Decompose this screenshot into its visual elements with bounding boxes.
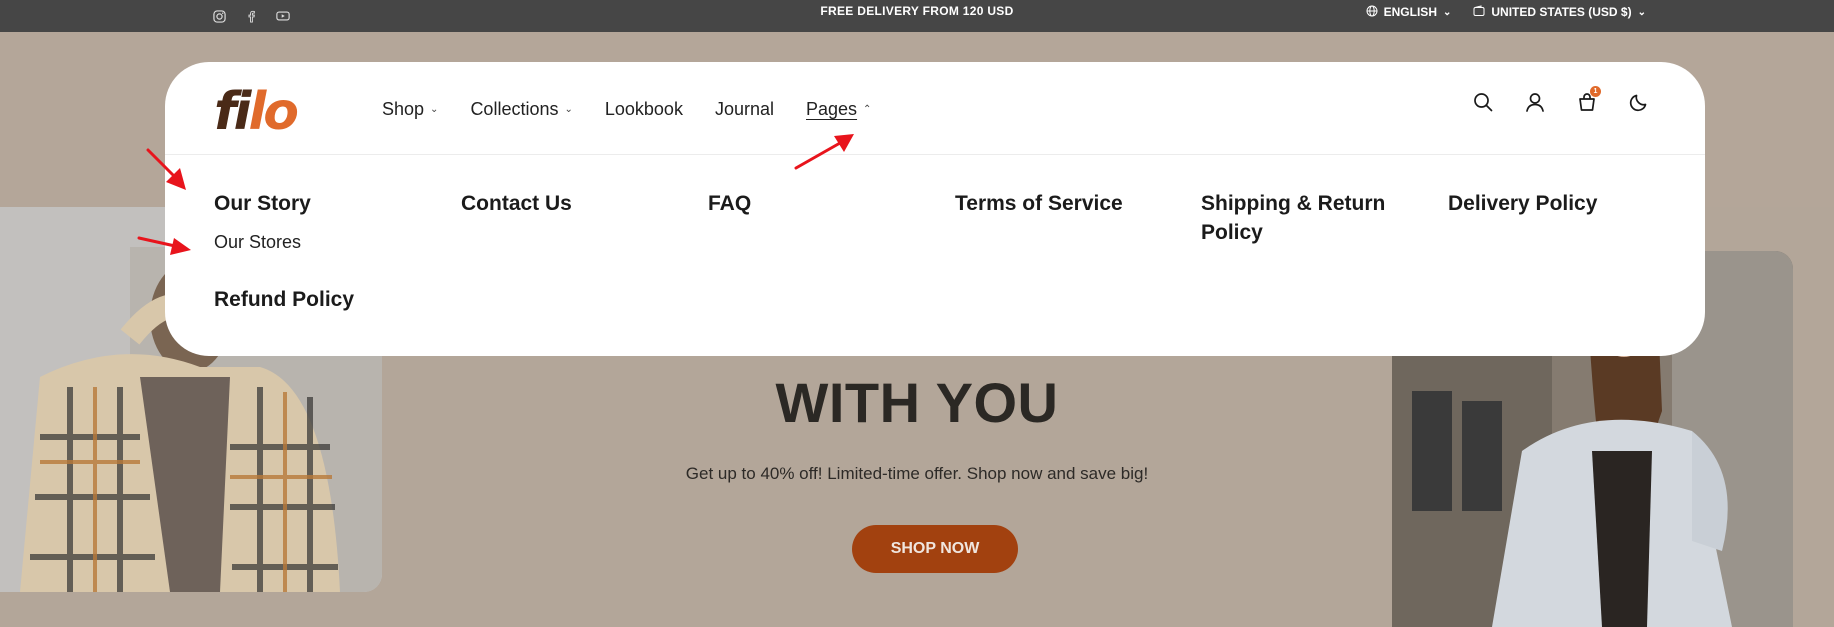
nav-item-shop[interactable]: Shop ⌄ bbox=[382, 99, 438, 120]
header-actions: 1 bbox=[1473, 86, 1649, 112]
account-icon[interactable] bbox=[1525, 92, 1545, 112]
menu-column-delivery: Delivery Policy bbox=[1448, 189, 1663, 218]
hero-title: WITH YOU bbox=[775, 371, 1059, 434]
youtube-icon[interactable] bbox=[276, 9, 290, 23]
nav-item-pages[interactable]: Pages ⌃ bbox=[806, 99, 871, 120]
nav-item-label: Lookbook bbox=[604, 98, 683, 119]
annotation-arrow-icon bbox=[146, 148, 186, 190]
nav-item-collections[interactable]: Collections ⌄ bbox=[470, 99, 572, 120]
nav-item-label: Collections bbox=[470, 98, 559, 119]
logo-part-1: fi bbox=[214, 82, 251, 142]
annotation-arrow-icon bbox=[137, 236, 191, 255]
wallet-icon bbox=[1473, 4, 1485, 20]
nav-item-journal[interactable]: Journal bbox=[715, 99, 774, 120]
menu-column-shipping: Shipping & Return Policy bbox=[1201, 189, 1406, 247]
announcement-bar: FREE DELIVERY FROM 120 USD ENGLISH ⌄ UNI… bbox=[0, 0, 1834, 32]
globe-icon bbox=[1366, 5, 1378, 20]
menu-column-terms: Terms of Service bbox=[955, 189, 1170, 218]
annotation-arrow-icon bbox=[794, 134, 854, 170]
chevron-down-icon: ⌄ bbox=[564, 103, 573, 115]
search-icon[interactable] bbox=[1473, 92, 1493, 112]
nav-item-label: Shop bbox=[382, 98, 425, 119]
nav-item-label: Journal bbox=[714, 98, 774, 119]
currency-selector[interactable]: UNITED STATES (USD $) ⌄ bbox=[1473, 4, 1646, 20]
language-selector[interactable]: ENGLISH ⌄ bbox=[1366, 5, 1452, 20]
shop-now-button[interactable]: SHOP NOW bbox=[852, 525, 1018, 573]
nav-item-lookbook[interactable]: Lookbook bbox=[605, 99, 683, 120]
menu-link-refund-policy[interactable]: Refund Policy bbox=[214, 288, 354, 312]
menu-link-faq[interactable]: FAQ bbox=[708, 189, 923, 218]
menu-link-shipping-return-policy[interactable]: Shipping & Return Policy bbox=[1201, 189, 1406, 247]
cart-icon[interactable]: 1 bbox=[1577, 86, 1601, 112]
currency-label: UNITED STATES (USD $) bbox=[1491, 5, 1632, 19]
logo-part-2: lo bbox=[248, 82, 299, 142]
dark-mode-icon[interactable] bbox=[1629, 92, 1649, 112]
menu-column-our-story: Our Story Our Stores bbox=[214, 189, 429, 253]
cart-count-badge: 1 bbox=[1590, 86, 1601, 97]
chevron-down-icon: ⌄ bbox=[1637, 6, 1646, 18]
menu-link-our-story[interactable]: Our Story bbox=[214, 189, 429, 218]
hero-subtitle: Get up to 40% off! Limited-time offer. S… bbox=[685, 464, 1149, 483]
menu-link-our-stores[interactable]: Our Stores bbox=[214, 232, 429, 253]
social-links bbox=[212, 0, 290, 32]
language-label: ENGLISH bbox=[1383, 5, 1437, 19]
nav-item-label: Pages bbox=[806, 98, 858, 119]
header-divider bbox=[165, 154, 1705, 155]
menu-link-terms-of-service[interactable]: Terms of Service bbox=[955, 189, 1170, 218]
menu-link-delivery-policy[interactable]: Delivery Policy bbox=[1448, 189, 1663, 218]
menu-column-contact-us: Contact Us bbox=[461, 189, 676, 218]
header-card: fi lo Shop ⌄ Collections ⌄ Lookbook Jour… bbox=[165, 62, 1705, 356]
instagram-icon[interactable] bbox=[212, 9, 226, 23]
locale-selectors: ENGLISH ⌄ UNITED STATES (USD $) ⌄ bbox=[1366, 0, 1646, 24]
chevron-down-icon: ⌄ bbox=[430, 103, 439, 115]
logo[interactable]: fi lo bbox=[214, 82, 299, 142]
facebook-icon[interactable] bbox=[244, 9, 258, 23]
chevron-up-icon: ⌃ bbox=[863, 103, 872, 115]
menu-column-faq: FAQ bbox=[708, 189, 923, 218]
chevron-down-icon: ⌄ bbox=[1442, 6, 1452, 18]
main-nav: Shop ⌄ Collections ⌄ Lookbook Journal Pa… bbox=[382, 94, 871, 124]
menu-link-contact-us[interactable]: Contact Us bbox=[461, 189, 676, 218]
